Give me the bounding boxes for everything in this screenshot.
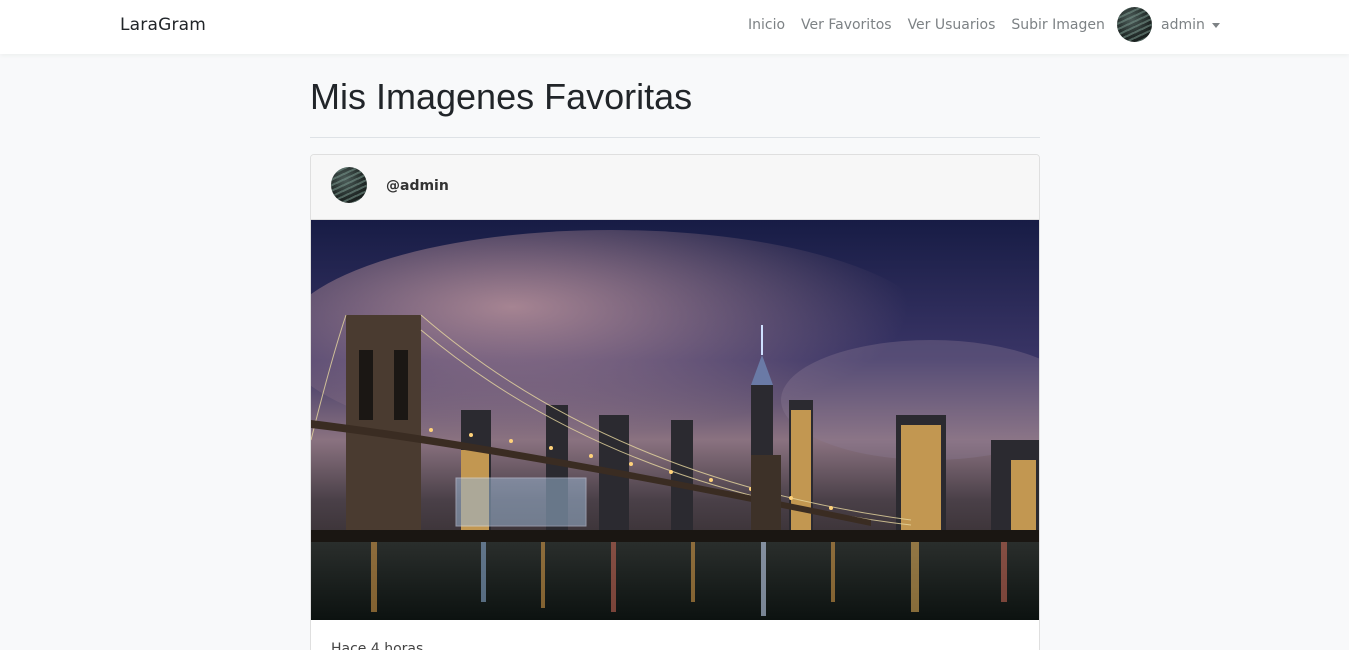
nav-links: Inicio Ver Favoritos Ver Usuarios Subir … (748, 17, 1121, 33)
post-author-avatar[interactable] (331, 167, 367, 203)
user-name: admin (1161, 17, 1205, 33)
post-image[interactable] (311, 220, 1039, 620)
avatar-image (1117, 7, 1152, 42)
post-author-name[interactable]: @admin (386, 178, 449, 194)
caret-down-icon (1211, 22, 1220, 28)
brand-link[interactable]: LaraGram (120, 15, 206, 35)
post-card: @admin Hace 4 horas (310, 154, 1040, 650)
top-navbar: LaraGram Inicio Ver Favoritos Ver Usuari… (0, 0, 1349, 54)
nav-ver-favoritos[interactable]: Ver Favoritos (801, 17, 892, 33)
title-divider (310, 137, 1040, 138)
nav-inicio[interactable]: Inicio (748, 17, 785, 33)
post-timestamp: Hace 4 horas (331, 641, 424, 650)
avatar-image (331, 167, 367, 203)
nav-subir-imagen[interactable]: Subir Imagen (1011, 17, 1104, 33)
user-dropdown-toggle[interactable]: admin (1161, 17, 1220, 33)
page-title: Mis Imagenes Favoritas (310, 76, 693, 117)
user-avatar[interactable] (1117, 7, 1152, 42)
post-image-illustration (311, 220, 1039, 620)
post-header: @admin (311, 155, 1039, 220)
nav-ver-usuarios[interactable]: Ver Usuarios (908, 17, 996, 33)
